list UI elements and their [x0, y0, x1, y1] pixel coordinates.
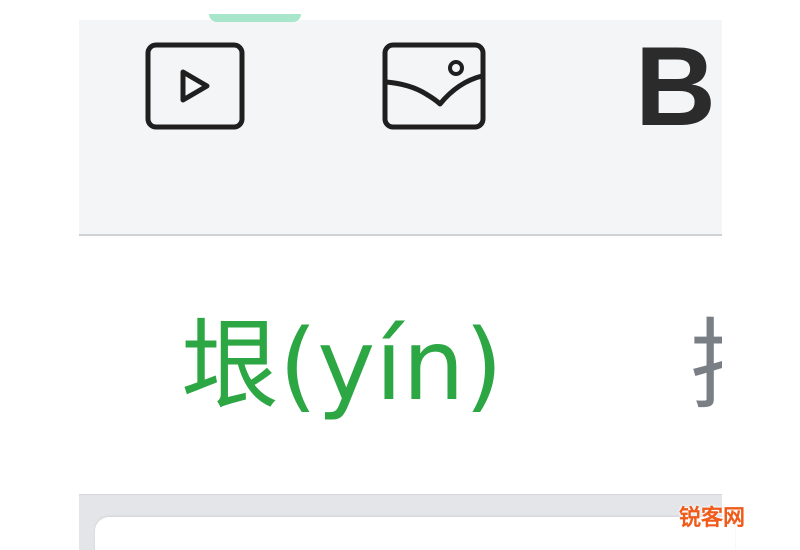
active-tab-indicator [209, 14, 301, 22]
editor-content[interactable]: 垠(yín) 拉 [79, 236, 722, 494]
bottom-panel [79, 494, 735, 550]
screen: B 垠(yín) 拉 锐客网 [0, 0, 800, 550]
watermark-logo: 锐客网 [679, 506, 746, 531]
bold-label: B [635, 37, 716, 137]
insert-video-button[interactable] [145, 42, 245, 134]
play-box-icon [145, 42, 245, 130]
text-input-area[interactable] [95, 517, 735, 550]
editor-toolbar: B [79, 14, 725, 236]
next-character: 拉 [689, 296, 722, 436]
pinyin-word: 垠(yín) [181, 309, 503, 423]
image-icon [382, 42, 486, 130]
insert-image-button[interactable] [382, 42, 486, 134]
bold-button[interactable]: B [635, 37, 725, 137]
